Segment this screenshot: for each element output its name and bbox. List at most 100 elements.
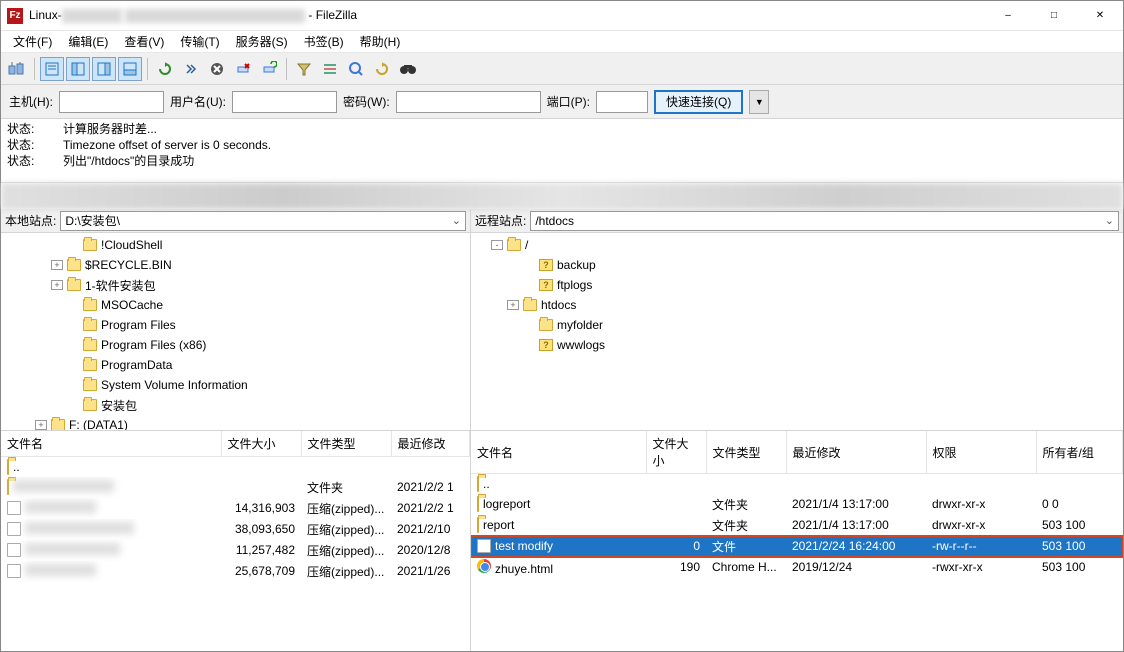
expand-toggle[interactable]: + xyxy=(507,300,519,310)
menu-item[interactable]: 书签(B) xyxy=(296,31,352,52)
file-icon xyxy=(7,501,21,515)
folder-icon xyxy=(477,496,479,512)
list-row[interactable]: x文件夹2021/2/2 1 xyxy=(1,477,470,498)
column-header[interactable]: 文件名 xyxy=(1,431,221,457)
folder-icon xyxy=(83,319,97,331)
list-row[interactable]: .. xyxy=(471,474,1123,494)
tree-label: / xyxy=(525,238,528,252)
quickconnect-button[interactable]: 快速连接(Q) xyxy=(654,90,743,114)
tree-row[interactable]: System Volume Information xyxy=(1,375,470,395)
list-row[interactable]: x11,257,482压缩(zipped)...2020/12/8 xyxy=(1,540,470,561)
list-row[interactable]: zhuye.html190Chrome H...2019/12/24-rwxr-… xyxy=(471,557,1123,578)
tree-row[interactable]: ProgramData xyxy=(1,355,470,375)
pass-label: 密码(W): xyxy=(343,93,390,110)
menu-item[interactable]: 帮助(H) xyxy=(352,31,409,52)
tree-row[interactable]: Program Files xyxy=(1,315,470,335)
column-header[interactable]: 最近修改 xyxy=(391,431,470,457)
column-header[interactable]: 权限 xyxy=(926,431,1036,474)
process-queue-button[interactable] xyxy=(179,57,203,81)
remote-path-combo[interactable]: /htdocs xyxy=(530,211,1119,231)
tree-label: ftplogs xyxy=(557,278,592,292)
status-log[interactable]: 状态:计算服务器时差...状态:Timezone offset of serve… xyxy=(1,119,1123,183)
menubar: 文件(F)编辑(E)查看(V)传输(T)服务器(S)书签(B)帮助(H) xyxy=(1,31,1123,53)
pass-input[interactable] xyxy=(396,91,541,113)
disconnect-button[interactable] xyxy=(231,57,255,81)
tree-row[interactable]: -/ xyxy=(471,235,1123,255)
toggle-remote-tree-button[interactable] xyxy=(92,57,116,81)
tree-label: $RECYCLE.BIN xyxy=(85,258,172,272)
tree-row[interactable]: !CloudShell xyxy=(1,235,470,255)
column-header[interactable]: 文件类型 xyxy=(301,431,391,457)
column-header[interactable]: 文件大小 xyxy=(221,431,301,457)
toolbar xyxy=(1,53,1123,85)
expand-toggle[interactable]: + xyxy=(51,280,63,290)
column-header[interactable]: 文件名 xyxy=(471,431,646,474)
remote-tree[interactable]: -/ ?backup ?ftplogs +htdocs myfolder ?ww… xyxy=(471,233,1123,431)
file-icon xyxy=(7,564,21,578)
folder-icon xyxy=(83,339,97,351)
tree-row[interactable]: 安装包 xyxy=(1,395,470,415)
tree-row[interactable]: +F: (DATA1) xyxy=(1,415,470,431)
remote-list[interactable]: 文件名文件大小文件类型最近修改权限所有者/组..logreport文件夹2021… xyxy=(471,431,1123,651)
toggle-local-tree-button[interactable] xyxy=(66,57,90,81)
column-header[interactable]: 文件大小 xyxy=(646,431,706,474)
list-row[interactable]: logreport文件夹2021/1/4 13:17:00drwxr-xr-x0… xyxy=(471,494,1123,515)
column-header[interactable]: 文件类型 xyxy=(706,431,786,474)
site-manager-button[interactable] xyxy=(5,57,29,81)
tree-row[interactable]: ?ftplogs xyxy=(471,275,1123,295)
expand-toggle[interactable]: - xyxy=(491,240,503,250)
folder-icon xyxy=(83,239,97,251)
menu-item[interactable]: 编辑(E) xyxy=(60,31,116,52)
search-button[interactable] xyxy=(370,57,394,81)
toggle-log-button[interactable] xyxy=(40,57,64,81)
tree-row[interactable]: MSOCache xyxy=(1,295,470,315)
compare-button[interactable] xyxy=(318,57,342,81)
local-list[interactable]: 文件名文件大小文件类型最近修改..x文件夹2021/2/2 1x14,316,9… xyxy=(1,431,470,651)
toggle-queue-button[interactable] xyxy=(118,57,142,81)
quickconnect-bar: 主机(H): 用户名(U): 密码(W): 端口(P): 快速连接(Q) ▼ xyxy=(1,85,1123,119)
refresh-button[interactable] xyxy=(153,57,177,81)
column-header[interactable]: 最近修改 xyxy=(786,431,926,474)
tree-row[interactable]: +htdocs xyxy=(471,295,1123,315)
sync-browse-button[interactable] xyxy=(344,57,368,81)
tree-label: backup xyxy=(557,258,596,272)
close-button[interactable]: ✕ xyxy=(1077,1,1123,31)
host-input[interactable] xyxy=(59,91,164,113)
menu-item[interactable]: 服务器(S) xyxy=(228,31,296,52)
file-icon xyxy=(7,543,21,557)
folder-icon xyxy=(83,359,97,371)
tree-row[interactable]: myfolder xyxy=(471,315,1123,335)
menu-item[interactable]: 查看(V) xyxy=(116,31,172,52)
menu-item[interactable]: 文件(F) xyxy=(5,31,60,52)
list-row[interactable]: x38,093,650压缩(zipped)...2021/2/10 xyxy=(1,519,470,540)
local-path-combo[interactable]: D:\安装包\ xyxy=(60,211,466,231)
port-input[interactable] xyxy=(596,91,648,113)
filter-button[interactable] xyxy=(292,57,316,81)
expand-toggle[interactable]: + xyxy=(35,420,47,430)
list-row[interactable]: report文件夹2021/1/4 13:17:00drwxr-xr-x503 … xyxy=(471,515,1123,536)
tree-row[interactable]: +1-软件安装包 xyxy=(1,275,470,295)
list-row[interactable]: x14,316,903压缩(zipped)...2021/2/2 1 xyxy=(1,498,470,519)
minimize-button[interactable]: ‒ xyxy=(985,1,1031,31)
chrome-icon xyxy=(477,559,491,573)
local-tree[interactable]: !CloudShell + $RECYCLE.BIN +1-软件安装包 MSOCa… xyxy=(1,233,470,431)
tree-row[interactable]: + $RECYCLE.BIN xyxy=(1,255,470,275)
tree-row[interactable]: ?backup xyxy=(471,255,1123,275)
reconnect-button[interactable] xyxy=(257,57,281,81)
expand-toggle[interactable]: + xyxy=(51,260,63,270)
list-row[interactable]: x25,678,709压缩(zipped)...2021/1/26 xyxy=(1,561,470,582)
tree-label: Program Files (x86) xyxy=(101,338,206,352)
tree-row[interactable]: ?wwwlogs xyxy=(471,335,1123,355)
binoculars-icon[interactable] xyxy=(396,57,420,81)
quickconnect-dropdown[interactable]: ▼ xyxy=(749,90,769,114)
titlebar: Fz Linux- - FileZilla ‒ □ ✕ xyxy=(1,1,1123,31)
user-input[interactable] xyxy=(232,91,337,113)
maximize-button[interactable]: □ xyxy=(1031,1,1077,31)
menu-item[interactable]: 传输(T) xyxy=(172,31,227,52)
list-row[interactable]: .. xyxy=(1,457,470,477)
tree-row[interactable]: Program Files (x86) xyxy=(1,335,470,355)
tree-label: myfolder xyxy=(557,318,603,332)
cancel-button[interactable] xyxy=(205,57,229,81)
column-header[interactable]: 所有者/组 xyxy=(1036,431,1123,474)
list-row[interactable]: test modify0文件2021/2/24 16:24:00-rw-r--r… xyxy=(471,536,1123,557)
